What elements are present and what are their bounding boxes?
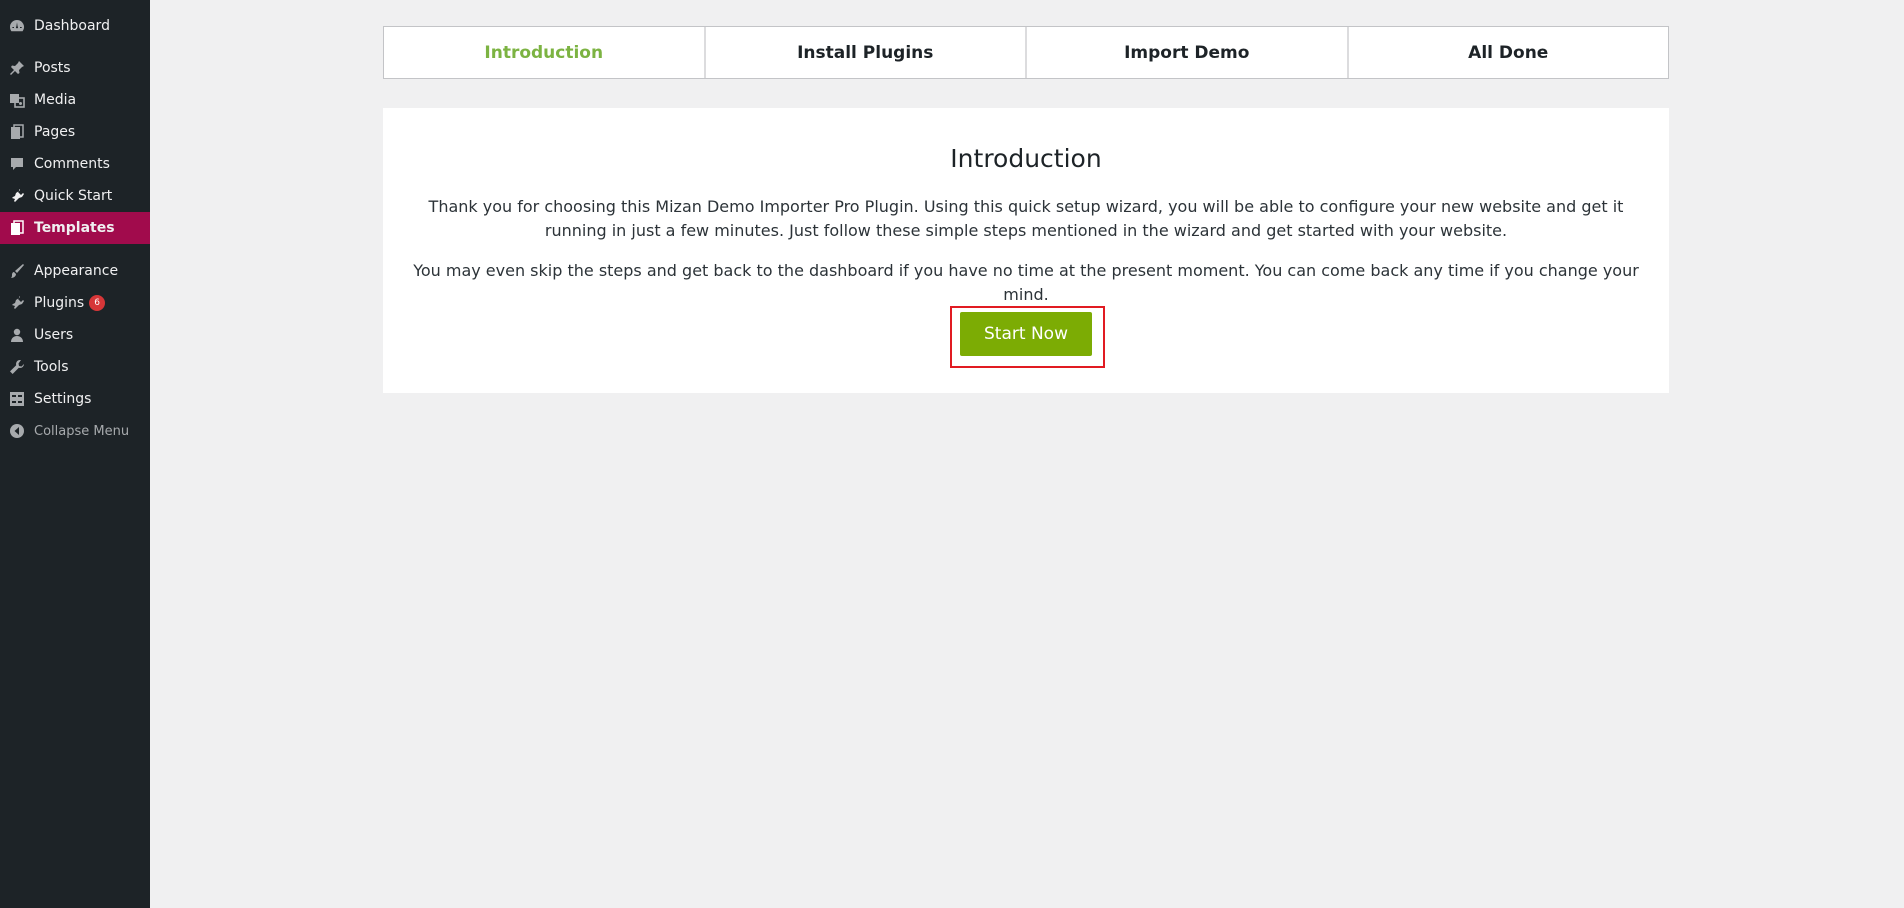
collapse-icon <box>8 422 26 440</box>
sidebar-item-posts[interactable]: Posts <box>0 52 150 84</box>
sidebar-item-media[interactable]: Media <box>0 84 150 116</box>
dashboard-icon <box>8 17 26 35</box>
sidebar-item-quick-start[interactable]: Quick Start <box>0 180 150 212</box>
sidebar-item-label: Collapse Menu <box>34 423 130 439</box>
wizard-steps: Introduction Install Plugins Import Demo… <box>383 26 1669 79</box>
step-install-plugins[interactable]: Install Plugins <box>706 27 1027 78</box>
sidebar-item-comments[interactable]: Comments <box>0 148 150 180</box>
pages-icon <box>8 123 26 141</box>
introduction-panel: Introduction Thank you for choosing this… <box>383 108 1669 393</box>
comment-icon <box>8 155 26 173</box>
admin-sidebar: Dashboard Posts Media Pages Comments Qui… <box>0 0 150 908</box>
sidebar-item-templates[interactable]: Templates <box>0 212 150 244</box>
sidebar-item-settings[interactable]: Settings <box>0 383 150 415</box>
sidebar-item-label: Posts <box>34 60 71 76</box>
sidebar-item-pages[interactable]: Pages <box>0 116 150 148</box>
skip-paragraph: You may even skip the steps and get back… <box>413 261 1639 304</box>
start-now-button[interactable]: Start Now <box>960 312 1092 356</box>
sidebar-item-label: Pages <box>34 124 76 140</box>
sidebar-item-plugins[interactable]: Plugins 6 <box>0 287 150 319</box>
update-count-badge: 6 <box>89 295 106 311</box>
sidebar-item-label: Dashboard <box>34 18 110 34</box>
sidebar-item-dashboard[interactable]: Dashboard <box>0 10 150 42</box>
settings-icon <box>8 390 26 408</box>
plugin-icon <box>8 187 26 205</box>
sidebar-item-label: Templates <box>34 220 115 236</box>
sidebar-item-tools[interactable]: Tools <box>0 351 150 383</box>
wrench-icon <box>8 358 26 376</box>
admin-menu: Dashboard Posts Media Pages Comments Qui… <box>0 0 150 447</box>
plugin-icon <box>8 294 26 312</box>
pin-icon <box>8 59 26 77</box>
sidebar-item-label: Appearance <box>34 263 119 279</box>
panel-title: Introduction <box>950 144 1102 173</box>
sidebar-item-users[interactable]: Users <box>0 319 150 351</box>
intro-paragraph: Thank you for choosing this Mizan Demo I… <box>428 197 1624 240</box>
sidebar-item-label: Plugins <box>34 295 85 311</box>
sidebar-item-appearance[interactable]: Appearance <box>0 255 150 287</box>
sidebar-item-label: Comments <box>34 156 110 172</box>
sidebar-item-label: Settings <box>34 391 92 407</box>
pages-icon <box>8 219 26 237</box>
user-icon <box>8 326 26 344</box>
media-icon <box>8 91 26 109</box>
step-import-demo[interactable]: Import Demo <box>1027 27 1349 78</box>
collapse-menu-button[interactable]: Collapse Menu <box>0 415 150 447</box>
step-introduction[interactable]: Introduction <box>384 27 706 78</box>
sidebar-item-label: Tools <box>34 359 69 375</box>
sidebar-item-label: Media <box>34 92 77 108</box>
step-all-done[interactable]: All Done <box>1349 27 1669 78</box>
brush-icon <box>8 262 26 280</box>
sidebar-item-label: Users <box>34 327 74 343</box>
sidebar-item-label: Quick Start <box>34 188 113 204</box>
